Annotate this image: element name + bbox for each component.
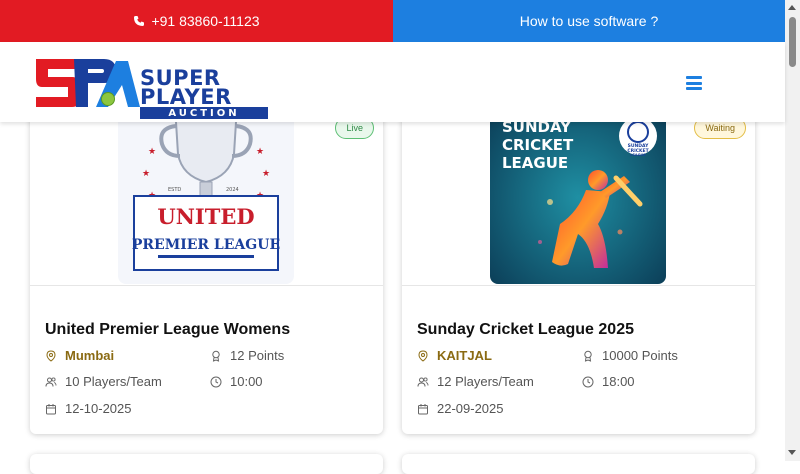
city-label: Mumbai xyxy=(65,348,115,363)
points-info: 10000 Points xyxy=(582,348,678,363)
poster-estd-text: ESTD xyxy=(168,187,181,193)
tournament-card-partial[interactable] xyxy=(30,454,383,474)
users-icon xyxy=(417,376,429,387)
logo-word-auction: AUCTION xyxy=(140,107,268,119)
tournament-title[interactable]: United Premier League Womens xyxy=(45,321,290,339)
site-header: SUPER PLAYER AUCTION xyxy=(0,42,785,122)
phone-icon xyxy=(134,16,145,26)
poster-year-text: 2024 xyxy=(226,187,239,193)
date-info: 12-10-2025 xyxy=(45,401,132,416)
date-label: 22-09-2025 xyxy=(437,401,504,416)
time-label: 10:00 xyxy=(230,374,263,389)
city-info: KAITJAL xyxy=(417,348,492,363)
time-info: 18:00 xyxy=(582,374,635,389)
calendar-icon xyxy=(46,403,56,414)
spa-monogram-logo xyxy=(36,59,140,107)
scrollbar-thumb[interactable] xyxy=(789,17,796,67)
tournament-card[interactable]: ★ ★ ★ ★ ★ ★ ESTD 2024 UNITED PREMIER LEA… xyxy=(30,92,383,434)
svg-text:★: ★ xyxy=(256,147,264,157)
date-label: 12-10-2025 xyxy=(65,401,132,416)
svg-text:★: ★ xyxy=(262,169,270,179)
points-label: 12 Points xyxy=(230,348,285,363)
date-info: 22-09-2025 xyxy=(417,401,504,416)
city-label: KAITJAL xyxy=(437,348,492,363)
users-icon xyxy=(45,376,57,387)
clock-icon xyxy=(582,376,594,387)
scroll-down-arrow-icon[interactable] xyxy=(788,450,796,455)
players-info: 12 Players/Team xyxy=(417,374,534,389)
phone-number: +91 83860-11123 xyxy=(151,13,260,29)
poster-subtitle-text: PREMIER LEAGUE xyxy=(132,237,280,253)
points-info: 12 Points xyxy=(210,348,284,363)
tournament-card-partial[interactable] xyxy=(402,454,755,474)
how-to-use-link[interactable]: How to use software ? xyxy=(393,0,785,42)
points-label: 10000 Points xyxy=(602,348,678,363)
phone-link[interactable]: +91 83860-11123 xyxy=(0,0,393,42)
time-label: 18:00 xyxy=(602,374,635,389)
tournament-title[interactable]: Sunday Cricket League 2025 xyxy=(417,321,634,339)
poster-line-2: CRICKET xyxy=(502,136,574,154)
poster-line-3: LEAGUE xyxy=(502,154,568,172)
players-label: 10 Players/Team xyxy=(65,374,162,389)
award-icon xyxy=(212,350,220,362)
time-info: 10:00 xyxy=(210,374,263,389)
svg-text:★: ★ xyxy=(148,147,156,157)
top-contact-bar: +91 83860-11123 How to use software ? xyxy=(0,0,785,42)
location-pin-icon xyxy=(418,349,428,362)
tournament-card[interactable]: SUNDAY CRICKET LEAGUE SUNDAY CRICKET LEA… xyxy=(402,92,755,434)
logo-wordmark: SUPER PLAYER xyxy=(140,68,232,109)
page-scrollbar[interactable] xyxy=(785,0,800,461)
scroll-up-arrow-icon[interactable] xyxy=(788,5,796,10)
poster-title-text: UNITED xyxy=(157,204,254,229)
location-pin-icon xyxy=(46,349,56,362)
hamburger-menu-icon[interactable] xyxy=(686,76,702,90)
svg-text:★: ★ xyxy=(142,169,150,179)
super-player-auction-logo[interactable]: SUPER PLAYER AUCTION xyxy=(34,55,268,119)
players-info: 10 Players/Team xyxy=(45,374,162,389)
clock-icon xyxy=(210,376,222,387)
calendar-icon xyxy=(418,403,428,414)
poster-logo-line-3: LEAGUE xyxy=(630,153,646,157)
logo-word-player: PLAYER xyxy=(140,85,232,109)
award-icon xyxy=(584,350,592,362)
players-label: 12 Players/Team xyxy=(437,374,534,389)
city-info: Mumbai xyxy=(45,348,114,363)
